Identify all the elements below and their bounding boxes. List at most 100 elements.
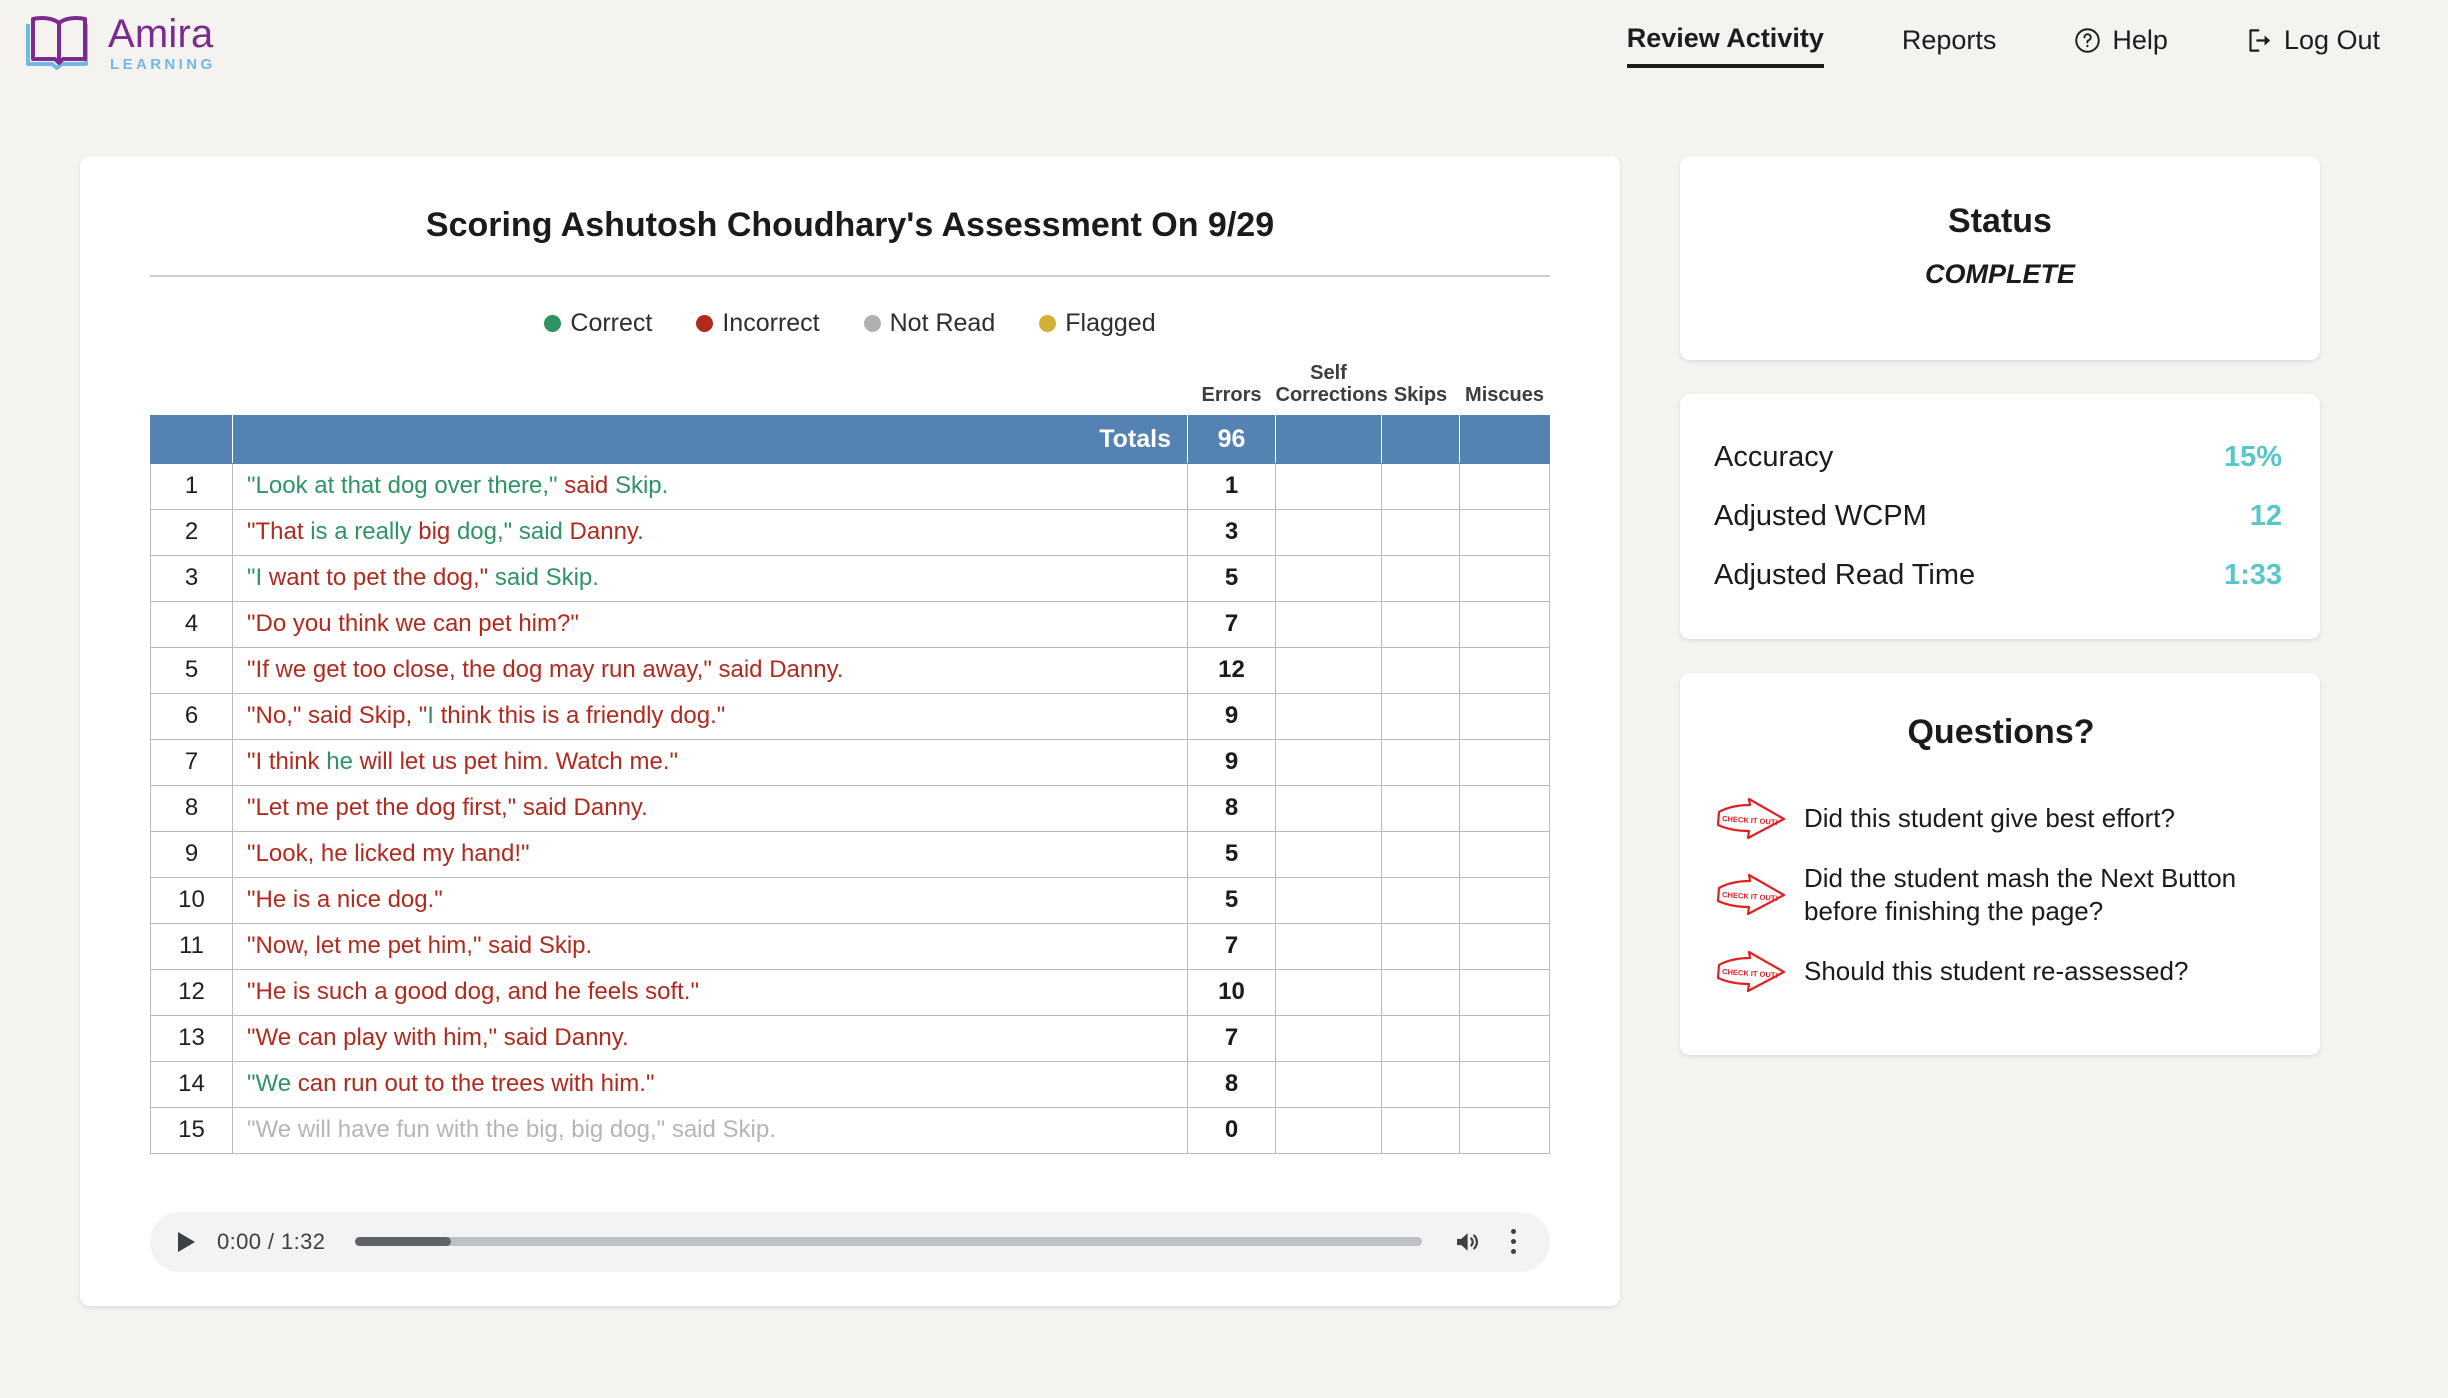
self-corrections-cell[interactable] — [1275, 692, 1382, 740]
miscues-cell[interactable] — [1459, 1106, 1550, 1154]
errors-cell[interactable]: 7 — [1187, 600, 1276, 648]
table-row[interactable]: 7 "I think he will let us pet him. Watch … — [150, 738, 1550, 786]
table-row[interactable]: 4 "Do you think we can pet him?" 7 — [150, 600, 1550, 648]
skips-cell[interactable] — [1381, 646, 1460, 694]
table-row[interactable]: 6 "No," said Skip, "I think this is a fri… — [150, 692, 1550, 740]
errors-cell[interactable]: 7 — [1187, 922, 1276, 970]
self-corrections-cell[interactable] — [1275, 784, 1382, 832]
word-segment-incorrect[interactable]: "Now, let me pet him," said Skip. — [247, 932, 592, 959]
skips-cell[interactable] — [1381, 738, 1460, 786]
errors-cell[interactable]: 12 — [1187, 646, 1276, 694]
errors-cell[interactable]: 9 — [1187, 738, 1276, 786]
word-segment-incorrect[interactable]: can run out to the trees with him." — [291, 1070, 655, 1097]
miscues-cell[interactable] — [1459, 462, 1550, 510]
self-corrections-cell[interactable] — [1275, 830, 1382, 878]
question-row[interactable]: CHECK IT OUT! Did the student mash the Ne… — [1712, 852, 2290, 939]
self-corrections-cell[interactable] — [1275, 738, 1382, 786]
sentence-cell[interactable]: "Now, let me pet him," said Skip. — [232, 922, 1188, 970]
skips-cell[interactable] — [1381, 784, 1460, 832]
table-row[interactable]: 9 "Look, he licked my hand!" 5 — [150, 830, 1550, 878]
word-segment-correct[interactable]: "Look at that dog over there," — [247, 472, 564, 499]
word-segment-incorrect[interactable]: will let us pet him. Watch me." — [353, 748, 678, 775]
play-icon[interactable] — [178, 1231, 195, 1252]
self-corrections-cell[interactable] — [1275, 554, 1382, 602]
errors-cell[interactable]: 5 — [1187, 876, 1276, 924]
sentence-cell[interactable]: "We will have fun with the big, big dog,… — [232, 1106, 1188, 1154]
nav-item-reports[interactable]: Reports — [1902, 21, 1997, 66]
miscues-cell[interactable] — [1459, 554, 1550, 602]
word-segment-correct[interactable]: I — [427, 702, 434, 729]
errors-cell[interactable]: 5 — [1187, 554, 1276, 602]
miscues-cell[interactable] — [1459, 600, 1550, 648]
skips-cell[interactable] — [1381, 876, 1460, 924]
word-segment-correct[interactable]: dog," said — [450, 518, 569, 545]
sentence-cell[interactable]: "Look, he licked my hand!" — [232, 830, 1188, 878]
word-segment-correct[interactable]: "We — [247, 1070, 291, 1097]
skips-cell[interactable] — [1381, 462, 1460, 510]
skips-cell[interactable] — [1381, 1014, 1460, 1062]
word-segment-incorrect[interactable]: "He is a nice dog." — [247, 886, 443, 913]
word-segment-notread[interactable]: "We will have fun with the big, big dog,… — [247, 1116, 776, 1143]
self-corrections-cell[interactable] — [1275, 876, 1382, 924]
brand-logo-link[interactable]: Amira LEARNING — [20, 14, 216, 72]
sentence-cell[interactable]: "We can play with him," said Danny. — [232, 1014, 1188, 1062]
table-row[interactable]: 3 "I want to pet the dog," said Skip. 5 — [150, 554, 1550, 602]
table-row[interactable]: 11 "Now, let me pet him," said Skip. 7 — [150, 922, 1550, 970]
word-segment-incorrect[interactable]: "If we get too close, the dog may run aw… — [247, 656, 843, 683]
errors-cell[interactable]: 10 — [1187, 968, 1276, 1016]
self-corrections-cell[interactable] — [1275, 462, 1382, 510]
errors-cell[interactable]: 7 — [1187, 1014, 1276, 1062]
word-segment-incorrect[interactable]: want to pet the dog," — [262, 564, 495, 591]
self-corrections-cell[interactable] — [1275, 1014, 1382, 1062]
self-corrections-cell[interactable] — [1275, 968, 1382, 1016]
word-segment-incorrect[interactable]: "No," said Skip, " — [247, 702, 427, 729]
volume-icon[interactable] — [1452, 1227, 1482, 1257]
word-segment-correct[interactable]: Skip. — [608, 472, 668, 499]
word-segment-incorrect[interactable]: think this is a friendly dog." — [434, 702, 726, 729]
sentence-cell[interactable]: "He is such a good dog, and he feels sof… — [232, 968, 1188, 1016]
word-segment-incorrect[interactable]: "That — [247, 518, 304, 545]
word-segment-incorrect[interactable]: "Look, he licked my hand!" — [247, 840, 530, 867]
skips-cell[interactable] — [1381, 692, 1460, 740]
table-row[interactable]: 12 "He is such a good dog, and he feels s… — [150, 968, 1550, 1016]
skips-cell[interactable] — [1381, 1060, 1460, 1108]
errors-cell[interactable]: 8 — [1187, 784, 1276, 832]
word-segment-incorrect[interactable]: said — [564, 472, 608, 499]
miscues-cell[interactable] — [1459, 738, 1550, 786]
errors-cell[interactable]: 3 — [1187, 508, 1276, 556]
skips-cell[interactable] — [1381, 922, 1460, 970]
nav-item-help[interactable]: Help — [2074, 21, 2168, 66]
self-corrections-cell[interactable] — [1275, 1060, 1382, 1108]
errors-cell[interactable]: 1 — [1187, 462, 1276, 510]
word-segment-incorrect[interactable]: big — [418, 518, 450, 545]
skips-cell[interactable] — [1381, 968, 1460, 1016]
table-row[interactable]: 2 "That is a really big dog," said Danny.… — [150, 508, 1550, 556]
word-segment-correct[interactable]: he — [326, 748, 353, 775]
self-corrections-cell[interactable] — [1275, 508, 1382, 556]
self-corrections-cell[interactable] — [1275, 646, 1382, 694]
word-segment-incorrect[interactable]: "I think — [247, 748, 326, 775]
audio-progress-scrubber[interactable] — [355, 1237, 1422, 1247]
skips-cell[interactable] — [1381, 830, 1460, 878]
errors-cell[interactable]: 0 — [1187, 1106, 1276, 1154]
self-corrections-cell[interactable] — [1275, 600, 1382, 648]
sentence-cell[interactable]: "I want to pet the dog," said Skip. — [232, 554, 1188, 602]
errors-cell[interactable]: 8 — [1187, 1060, 1276, 1108]
table-row[interactable]: 14 "We can run out to the trees with him.… — [150, 1060, 1550, 1108]
self-corrections-cell[interactable] — [1275, 922, 1382, 970]
miscues-cell[interactable] — [1459, 922, 1550, 970]
errors-cell[interactable]: 5 — [1187, 830, 1276, 878]
skips-cell[interactable] — [1381, 554, 1460, 602]
skips-cell[interactable] — [1381, 508, 1460, 556]
sentence-cell[interactable]: "Look at that dog over there," said Skip… — [232, 462, 1188, 510]
nav-item-log-out[interactable]: Log Out — [2246, 21, 2380, 66]
skips-cell[interactable] — [1381, 1106, 1460, 1154]
miscues-cell[interactable] — [1459, 968, 1550, 1016]
table-row[interactable]: 8 "Let me pet the dog first," said Danny.… — [150, 784, 1550, 832]
word-segment-correct[interactable]: "I — [247, 564, 262, 591]
question-row[interactable]: CHECK IT OUT! Should this student re-asse… — [1712, 939, 2290, 1005]
word-segment-correct[interactable]: said Skip. — [495, 564, 599, 591]
miscues-cell[interactable] — [1459, 508, 1550, 556]
sentence-cell[interactable]: "Let me pet the dog first," said Danny. — [232, 784, 1188, 832]
skips-cell[interactable] — [1381, 600, 1460, 648]
